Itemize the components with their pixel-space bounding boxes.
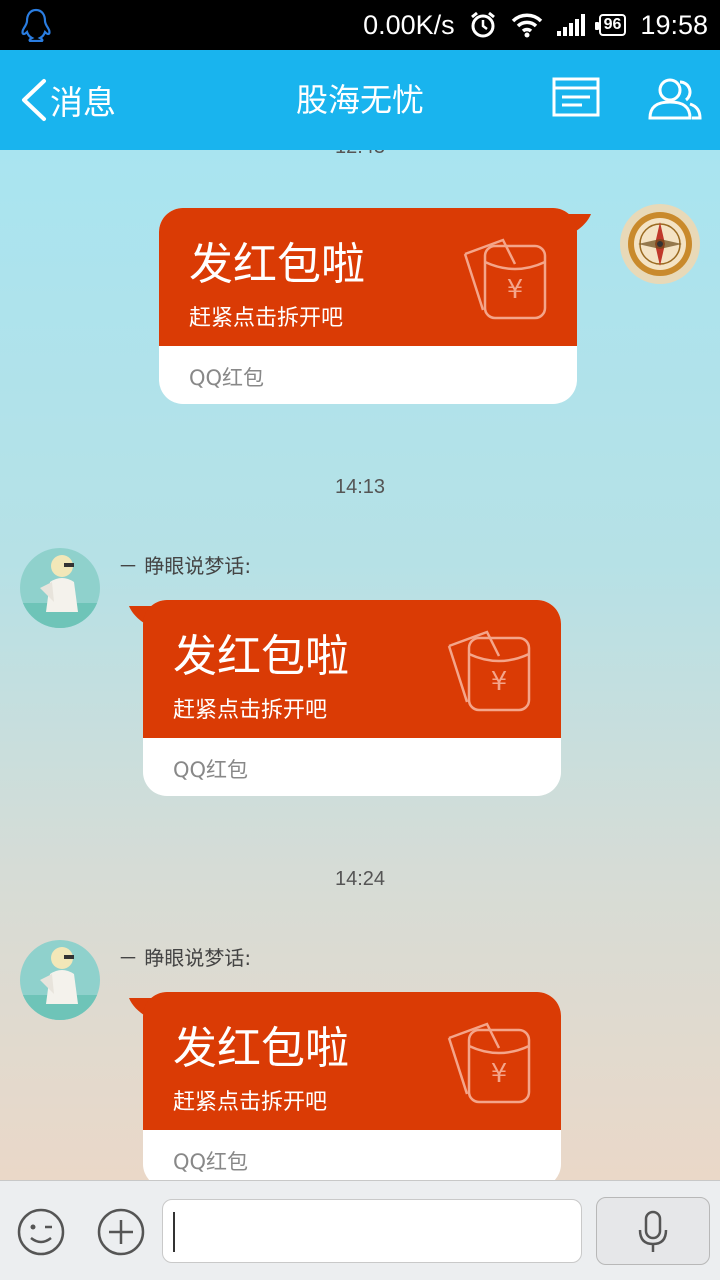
battery-icon: 96 [594, 14, 627, 36]
woman-avatar-image [20, 548, 100, 628]
status-bar: 0.00K/s 96 19:58 [0, 0, 720, 50]
emoji-icon [17, 1208, 65, 1256]
timestamp: 14:24 [334, 868, 386, 890]
emoji-button[interactable] [16, 1207, 66, 1257]
avatar[interactable] [20, 940, 100, 1020]
red-packet-title: 发红包啦 [173, 1023, 349, 1074]
compass-avatar-image [620, 204, 700, 284]
alarm-icon [470, 11, 495, 38]
network-speed: 0.00K/s [363, 9, 455, 40]
svg-text:¥: ¥ [491, 667, 508, 697]
red-envelope-icon: ¥ [463, 238, 547, 320]
signal-icon [556, 14, 585, 36]
timestamp: 12:43 [0, 150, 720, 159]
sender-name: － 睁眼说梦话: [118, 946, 252, 970]
red-envelope-icon: ¥ [447, 630, 531, 712]
input-bar [0, 1180, 720, 1280]
plus-button[interactable] [96, 1207, 146, 1257]
back-chevron-icon [22, 79, 46, 121]
woman-avatar-image [20, 940, 100, 1020]
red-packet-title: 发红包啦 [189, 239, 365, 290]
svg-text:¥: ¥ [491, 1059, 508, 1089]
qq-penguin-icon [21, 8, 51, 42]
microphone-icon [638, 1210, 668, 1252]
clock: 19:58 [640, 9, 708, 40]
group-profile-button[interactable] [552, 76, 610, 124]
wifi-icon [511, 13, 542, 38]
chat-area[interactable]: 12:43 发红包啦 赶紧点击拆开吧 ¥ QQ红包 14:1 [0, 150, 720, 1180]
title-bar: 股海无忧 消息 [0, 50, 720, 150]
red-packet-subtitle: 赶紧点击拆开吧 [189, 306, 344, 331]
avatar[interactable] [20, 548, 100, 628]
plus-icon [97, 1208, 145, 1256]
group-profile-icon [552, 77, 600, 117]
sender-name: － 睁眼说梦话: [118, 554, 252, 578]
red-packet-subtitle: 赶紧点击拆开吧 [173, 698, 328, 723]
red-envelope-icon: ¥ [447, 1022, 531, 1104]
svg-text:¥: ¥ [507, 275, 524, 305]
avatar[interactable] [620, 204, 700, 284]
red-packet-footer: QQ红包 [173, 1150, 249, 1174]
red-packet-title: 发红包啦 [173, 631, 349, 682]
members-button[interactable] [646, 76, 704, 124]
back-button[interactable]: 消息 [18, 74, 116, 126]
red-packet-header: 发红包啦 赶紧点击拆开吧 ¥ [159, 208, 577, 346]
red-packet-subtitle: 赶紧点击拆开吧 [173, 1090, 328, 1115]
red-packet-footer: QQ红包 [189, 366, 265, 390]
timestamp: 14:13 [334, 476, 386, 498]
battery-level: 96 [603, 16, 622, 33]
red-packet-card[interactable]: 发红包啦 赶紧点击拆开吧 ¥ QQ红包 [159, 208, 591, 404]
red-packet-card[interactable]: 发红包啦 赶紧点击拆开吧 ¥ QQ红包 [129, 600, 561, 796]
text-caret [173, 1212, 175, 1252]
red-packet-footer: QQ红包 [173, 758, 249, 782]
red-packet-header: 发红包啦 赶紧点击拆开吧 ¥ [143, 600, 561, 738]
red-packet-card[interactable]: 发红包啦 赶紧点击拆开吧 ¥ QQ红包 [129, 992, 561, 1180]
members-icon [648, 78, 702, 120]
red-packet-header: 发红包啦 赶紧点击拆开吧 ¥ [143, 992, 561, 1130]
back-label: 消息 [50, 83, 116, 122]
voice-button[interactable] [596, 1197, 710, 1265]
message-input[interactable] [162, 1199, 582, 1263]
